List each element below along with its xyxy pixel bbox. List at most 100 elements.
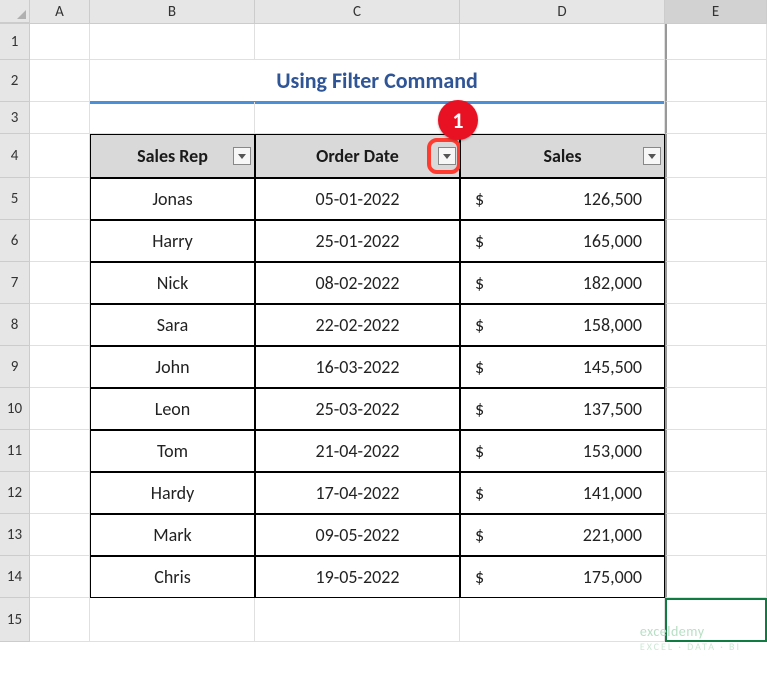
col-header-A[interactable]: A [30,0,90,23]
cell-date[interactable]: 22-02-2022 [255,304,460,346]
cell-E10[interactable] [665,388,767,430]
row-header-9[interactable]: 9 [0,346,30,388]
cell-sales[interactable]: $141,000 [460,472,665,514]
cell-rep[interactable]: Sara [90,304,255,346]
cell-sales[interactable]: $145,500 [460,346,665,388]
cell-rep[interactable]: Harry [90,220,255,262]
cell-sales[interactable]: $175,000 [460,556,665,598]
cell-C1[interactable] [255,24,460,60]
row-header-6[interactable]: 6 [0,220,30,262]
row-header-8[interactable]: 8 [0,304,30,346]
watermark-main: exceldemy [640,623,705,640]
cell-sales[interactable]: $158,000 [460,304,665,346]
sales-amount: 158,000 [583,314,642,336]
row-header-3[interactable]: 3 [0,102,30,134]
cell-E5[interactable] [665,178,767,220]
cell-E11[interactable] [665,430,767,472]
cell-D3[interactable] [460,102,665,134]
cell-E14[interactable] [665,556,767,598]
cell-sales[interactable]: $126,500 [460,178,665,220]
select-all-corner[interactable] [0,0,30,23]
cell-D15[interactable] [460,598,665,642]
cell-B3[interactable] [90,102,255,134]
cell-A5[interactable] [30,178,90,220]
cell-date[interactable]: 08-02-2022 [255,262,460,304]
col-header-D[interactable]: D [460,0,665,23]
cell-rep[interactable]: Mark [90,514,255,556]
cell-E2[interactable] [665,60,767,102]
cell-rep[interactable]: Chris [90,556,255,598]
cell-B15[interactable] [90,598,255,642]
currency-symbol: $ [475,566,484,588]
row-header-14[interactable]: 14 [0,556,30,598]
filter-button-sales-rep[interactable] [233,147,251,165]
cell-rep[interactable]: Leon [90,388,255,430]
cell-A2[interactable] [30,60,90,102]
cell-E9[interactable] [665,346,767,388]
cell-E4[interactable] [665,134,767,178]
cell-date[interactable]: 09-05-2022 [255,514,460,556]
cell-A1[interactable] [30,24,90,60]
cell-E1[interactable] [665,24,767,60]
cell-A13[interactable] [30,514,90,556]
row-header-10[interactable]: 10 [0,388,30,430]
cell-date[interactable]: 05-01-2022 [255,178,460,220]
cell-A8[interactable] [30,304,90,346]
cell-E6[interactable] [665,220,767,262]
header-sales-rep[interactable]: Sales Rep [90,134,255,178]
row-header-1[interactable]: 1 [0,24,30,60]
row-header-2[interactable]: 2 [0,60,30,102]
row-header-13[interactable]: 13 [0,514,30,556]
cell-rep[interactable]: John [90,346,255,388]
cell-date[interactable]: 17-04-2022 [255,472,460,514]
cell-A15[interactable] [30,598,90,642]
header-order-date[interactable]: Order Date [255,134,460,178]
cell-A12[interactable] [30,472,90,514]
title-cell[interactable]: Using Filter Command [90,60,665,102]
cell-A6[interactable] [30,220,90,262]
cell-A14[interactable] [30,556,90,598]
cell-B1[interactable] [90,24,255,60]
cell-sales[interactable]: $153,000 [460,430,665,472]
cell-rep[interactable]: Jonas [90,178,255,220]
cell-E13[interactable] [665,514,767,556]
cell-E8[interactable] [665,304,767,346]
filter-button-sales[interactable] [643,147,661,165]
row-header-12[interactable]: 12 [0,472,30,514]
col-header-C[interactable]: C [255,0,460,23]
cell-sales[interactable]: $221,000 [460,514,665,556]
cell-E12[interactable] [665,472,767,514]
col-header-B[interactable]: B [90,0,255,23]
cell-date[interactable]: 16-03-2022 [255,346,460,388]
cell-A9[interactable] [30,346,90,388]
cell-E3[interactable] [665,102,767,134]
header-sales[interactable]: Sales [460,134,665,178]
cell-sales[interactable]: $137,500 [460,388,665,430]
cell-date[interactable]: 25-03-2022 [255,388,460,430]
cell-A10[interactable] [30,388,90,430]
cell-C15[interactable] [255,598,460,642]
col-header-E[interactable]: E [665,0,767,23]
cell-E7[interactable] [665,262,767,304]
cell-sales[interactable]: $165,000 [460,220,665,262]
cell-sales[interactable]: $182,000 [460,262,665,304]
row-header-5[interactable]: 5 [0,178,30,220]
currency-symbol: $ [475,356,484,378]
cell-C3[interactable] [255,102,460,134]
row-header-7[interactable]: 7 [0,262,30,304]
cell-A7[interactable] [30,262,90,304]
cell-D1[interactable] [460,24,665,60]
cell-date[interactable]: 21-04-2022 [255,430,460,472]
cell-A4[interactable] [30,134,90,178]
cell-date[interactable]: 19-05-2022 [255,556,460,598]
cell-rep[interactable]: Hardy [90,472,255,514]
cell-rep[interactable]: Tom [90,430,255,472]
cell-A3[interactable] [30,102,90,134]
cell-A11[interactable] [30,430,90,472]
cell-date[interactable]: 25-01-2022 [255,220,460,262]
row-header-15[interactable]: 15 [0,598,30,642]
filter-button-order-date[interactable] [438,147,456,165]
row-header-11[interactable]: 11 [0,430,30,472]
cell-rep[interactable]: Nick [90,262,255,304]
row-header-4[interactable]: 4 [0,134,30,178]
